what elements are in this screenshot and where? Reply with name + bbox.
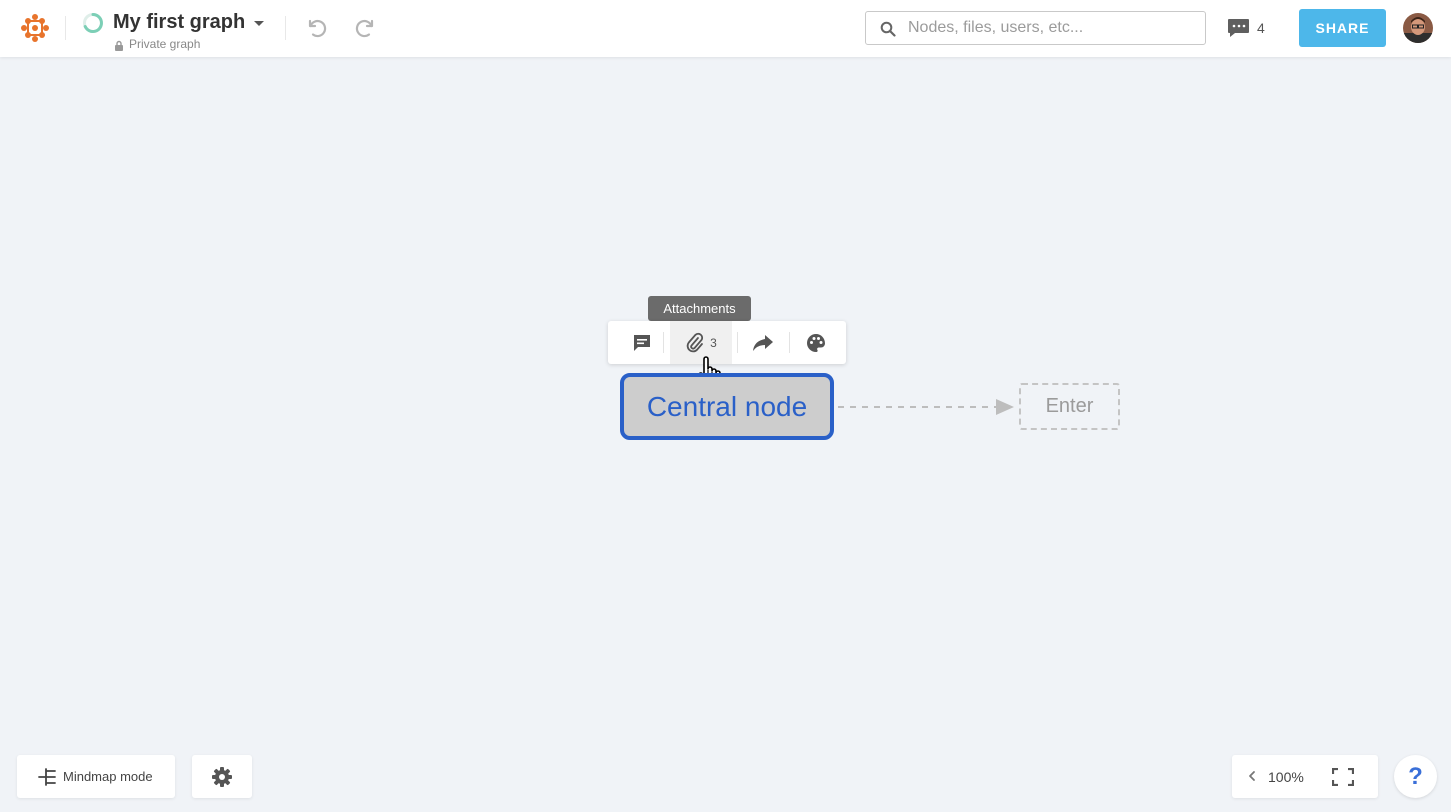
- chevron-down-icon[interactable]: [253, 20, 265, 28]
- graph-title[interactable]: My first graph: [113, 11, 245, 34]
- gear-icon: [212, 766, 232, 787]
- lock-icon: [115, 40, 123, 51]
- new-node-placeholder[interactable]: Enter: [1019, 383, 1120, 430]
- help-button[interactable]: ?: [1394, 755, 1437, 798]
- search-input[interactable]: [908, 12, 1198, 44]
- avatar[interactable]: [1403, 13, 1433, 43]
- divider: [663, 332, 664, 353]
- mindmap-mode-button[interactable]: Mindmap mode: [17, 755, 175, 798]
- search-box[interactable]: [865, 11, 1206, 45]
- mindmap-mode-label: Mindmap mode: [63, 769, 153, 784]
- zoom-level[interactable]: 100%: [1268, 769, 1304, 785]
- mindmap-icon: [38, 767, 56, 786]
- top-bar: My first graph Private graph 4 SHARE: [0, 0, 1451, 57]
- comments-count: 4: [1257, 20, 1265, 36]
- zoom-controls: 100%: [1232, 755, 1378, 798]
- divider: [285, 16, 286, 40]
- node-link-edge: [838, 399, 1014, 415]
- app-logo-icon[interactable]: [20, 13, 50, 43]
- settings-button[interactable]: [192, 755, 252, 798]
- share-arrow-icon: [753, 334, 773, 351]
- paperclip-icon: [686, 332, 704, 352]
- redo-icon[interactable]: [354, 16, 378, 40]
- palette-icon: [807, 333, 825, 352]
- node-toolbar: 3: [608, 321, 846, 364]
- sync-progress-icon: [83, 13, 103, 33]
- undo-icon[interactable]: [304, 16, 328, 40]
- attachments-tooltip: Attachments: [648, 296, 751, 321]
- color-button[interactable]: [790, 321, 842, 364]
- chevron-left-icon[interactable]: [1246, 768, 1258, 784]
- fullscreen-icon[interactable]: [1332, 768, 1354, 786]
- share-button[interactable]: SHARE: [1299, 9, 1386, 47]
- divider: [65, 16, 66, 40]
- attachments-count: 3: [710, 335, 717, 350]
- search-icon: [880, 21, 896, 37]
- comment-icon: [634, 334, 650, 351]
- privacy-label: Private graph: [129, 37, 201, 51]
- central-node[interactable]: Central node: [620, 373, 834, 440]
- comment-button[interactable]: [616, 321, 668, 364]
- share-node-button[interactable]: [738, 321, 788, 364]
